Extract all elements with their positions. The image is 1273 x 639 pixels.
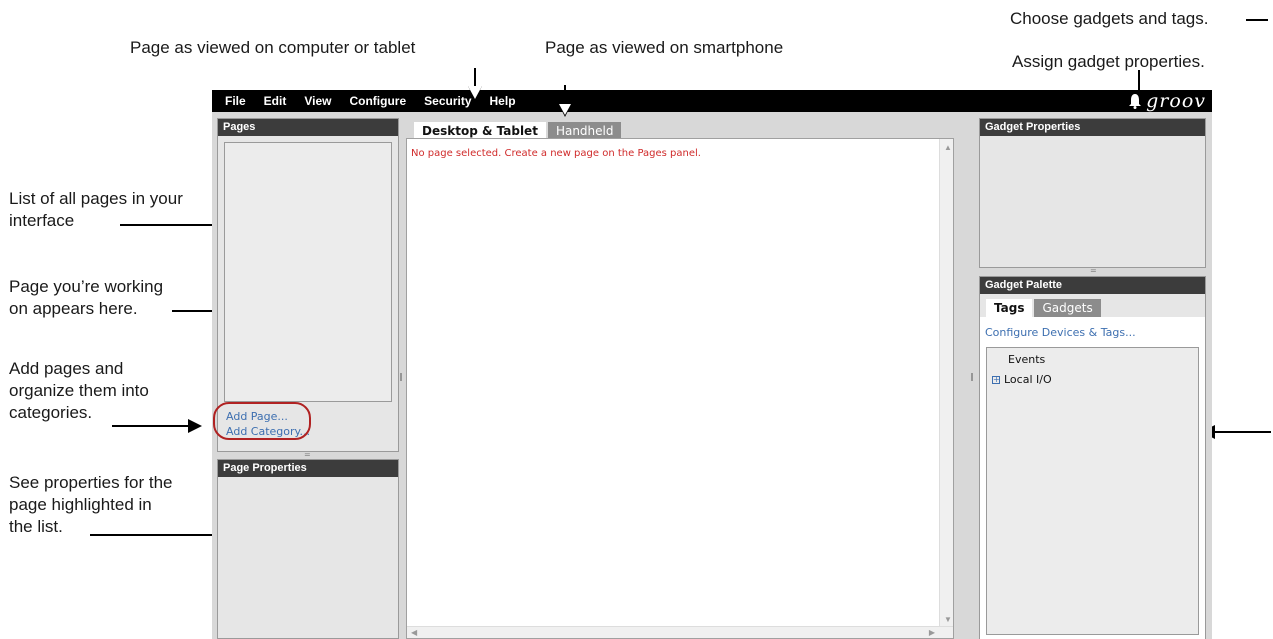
palette-tabs: Tags Gadgets — [986, 299, 1101, 317]
pages-panel-title: Pages — [218, 119, 398, 136]
arrow-add-pages-line — [112, 425, 188, 427]
callout-add-pages: Add pages and organize them into categor… — [9, 359, 149, 422]
tree-item-events[interactable]: Events — [1008, 353, 1045, 366]
highlight-oval — [213, 402, 311, 440]
arrow-desktop-tab-line — [474, 68, 476, 88]
callout-desktop-view: Page as viewed on computer or tablet — [130, 38, 416, 57]
arrow-page-props-line — [90, 534, 232, 536]
tree-item-events-label: Events — [1008, 353, 1046, 366]
callout-working-page: Page you’re working on appears here. — [9, 277, 164, 318]
callout-page-properties: See properties for the page highlighted … — [9, 473, 173, 536]
splitter-grip-right[interactable]: = — [1090, 266, 1097, 275]
arrow-palette-line — [1215, 431, 1271, 433]
menu-view[interactable]: View — [295, 94, 340, 108]
menu-configure[interactable]: Configure — [340, 94, 415, 108]
scroll-right-icon[interactable]: ▶ — [929, 628, 935, 637]
tab-gadgets[interactable]: Gadgets — [1034, 299, 1101, 317]
page-properties-title: Page Properties — [218, 460, 398, 477]
tree-item-local-io-label: Local I/O — [1004, 373, 1052, 386]
menu-file[interactable]: File — [212, 94, 255, 108]
scroll-down-icon[interactable]: ▼ — [944, 615, 952, 624]
callout-line-choose-gadgets — [1246, 19, 1268, 21]
groov-logo: groov — [1146, 90, 1206, 112]
arrow-handheld-tab-head — [559, 104, 571, 115]
callout-gadget-properties: Assign gadget properties. — [1012, 52, 1205, 71]
app-window: File Edit View Configure Security Help g… — [212, 90, 1212, 639]
splitter-grip-mid-right[interactable]: ‖ — [970, 372, 974, 381]
page-canvas[interactable]: No page selected. Create a new page on t… — [406, 138, 954, 639]
page-properties-panel: Page Properties — [217, 459, 399, 639]
tree-item-local-io[interactable]: + Local I/O — [992, 373, 1052, 386]
expand-plus-icon[interactable]: + — [992, 375, 1000, 384]
palette-body: Configure Devices & Tags... Events + Loc… — [980, 317, 1205, 639]
gadget-properties-panel: Gadget Properties — [979, 118, 1206, 268]
gadget-palette-title: Gadget Palette — [980, 277, 1205, 294]
canvas-vertical-scrollbar[interactable]: ▲ ▼ — [939, 139, 953, 638]
callout-handheld-view: Page as viewed on smartphone — [545, 38, 784, 57]
scroll-up-icon[interactable]: ▲ — [944, 143, 952, 152]
splitter-grip-mid-left[interactable]: ‖ — [399, 372, 403, 381]
no-page-message: No page selected. Create a new page on t… — [411, 148, 701, 159]
gadget-palette-panel: Gadget Palette Tags Gadgets Configure De… — [979, 276, 1206, 639]
menu-help[interactable]: Help — [481, 94, 525, 108]
scroll-left-icon[interactable]: ◀ — [411, 628, 417, 637]
tag-tree: Events + Local I/O — [986, 347, 1199, 635]
bell-icon[interactable] — [1128, 93, 1142, 109]
callout-choose-gadgets: Choose gadgets and tags. — [1010, 9, 1209, 28]
arrow-desktop-tab-head — [468, 86, 482, 99]
tab-tags[interactable]: Tags — [986, 299, 1033, 317]
configure-devices-link[interactable]: Configure Devices & Tags... — [985, 325, 1136, 341]
splitter-grip-left[interactable]: = — [304, 450, 311, 459]
pages-list[interactable] — [224, 142, 392, 402]
menu-bar: File Edit View Configure Security Help g… — [212, 90, 1212, 112]
menu-edit[interactable]: Edit — [255, 94, 296, 108]
canvas-horizontal-scrollbar[interactable]: ◀ ▶ — [407, 626, 953, 638]
arrow-handheld-tab-line — [564, 85, 566, 105]
gadget-properties-title: Gadget Properties — [980, 119, 1205, 136]
arrow-add-pages-head — [188, 419, 202, 433]
